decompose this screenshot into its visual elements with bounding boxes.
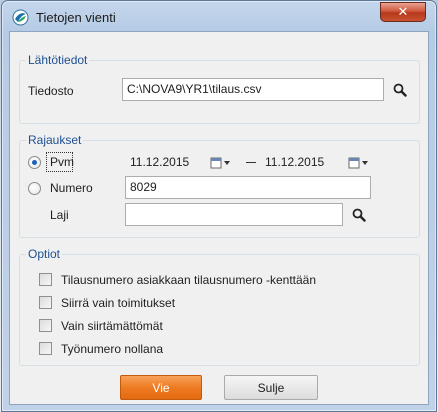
option-label-2[interactable]: Vain siirtämättömät bbox=[61, 319, 163, 333]
option-label-3[interactable]: Työnumero nollana bbox=[61, 342, 163, 356]
app-logo-icon bbox=[12, 9, 29, 26]
file-label: Tiedosto bbox=[28, 84, 74, 98]
type-label: Laji bbox=[50, 208, 69, 222]
export-dialog: Tietojen vienti ✕ Lähtötiedot Tiedosto C… bbox=[1, 0, 437, 412]
close-button[interactable]: Sulje bbox=[224, 375, 318, 400]
window-title: Tietojen vienti bbox=[36, 10, 116, 25]
option-checkbox-3[interactable] bbox=[39, 342, 52, 355]
file-path-input[interactable]: C:\NOVA9\YR1\tilaus.csv bbox=[122, 78, 384, 101]
options-group: Optiot Tilausnumero asiakkaan tilausnume… bbox=[19, 247, 420, 366]
source-group: Lähtötiedot Tiedosto C:\NOVA9\YR1\tilaus… bbox=[19, 53, 420, 124]
filters-group: Rajaukset Pvm 11.12.2015 11.12.2015 Nume… bbox=[19, 133, 420, 238]
option-label-1[interactable]: Siirrä vain toimitukset bbox=[61, 296, 175, 310]
date-to-calendar-button[interactable] bbox=[348, 155, 370, 171]
date-range-dash bbox=[246, 162, 256, 163]
search-icon bbox=[352, 208, 366, 222]
search-icon bbox=[393, 83, 407, 97]
option-checkbox-2[interactable] bbox=[39, 319, 52, 332]
number-label[interactable]: Numero bbox=[50, 181, 93, 195]
close-window-button[interactable]: ✕ bbox=[380, 2, 426, 22]
number-radio[interactable] bbox=[28, 182, 41, 195]
calendar-dropdown-icon bbox=[210, 157, 230, 169]
source-group-title: Lähtötiedot bbox=[26, 53, 90, 67]
date-radio[interactable] bbox=[28, 156, 41, 169]
type-search-button[interactable] bbox=[347, 203, 371, 227]
export-button[interactable]: Vie bbox=[120, 375, 202, 400]
option-checkbox-0[interactable] bbox=[39, 273, 52, 286]
number-input[interactable]: 8029 bbox=[125, 176, 371, 199]
date-to-value: 11.12.2015 bbox=[265, 155, 325, 169]
date-from-input[interactable]: 11.12.2015 bbox=[125, 151, 255, 174]
title-bar[interactable]: Tietojen vienti ✕ bbox=[2, 1, 436, 31]
date-from-calendar-button[interactable] bbox=[210, 155, 232, 171]
type-input[interactable] bbox=[125, 203, 343, 226]
close-icon: ✕ bbox=[397, 4, 409, 19]
option-label-0[interactable]: Tilausnumero asiakkaan tilausnumero -ken… bbox=[61, 273, 316, 287]
calendar-dropdown-icon bbox=[348, 157, 368, 169]
option-checkbox-1[interactable] bbox=[39, 296, 52, 309]
options-group-title: Optiot bbox=[26, 247, 63, 261]
date-label[interactable]: Pvm bbox=[50, 155, 74, 169]
dialog-body: Lähtötiedot Tiedosto C:\NOVA9\YR1\tilaus… bbox=[9, 31, 429, 405]
browse-file-button[interactable] bbox=[388, 78, 412, 102]
date-from-value: 11.12.2015 bbox=[130, 155, 190, 169]
filters-group-title: Rajaukset bbox=[26, 133, 84, 147]
